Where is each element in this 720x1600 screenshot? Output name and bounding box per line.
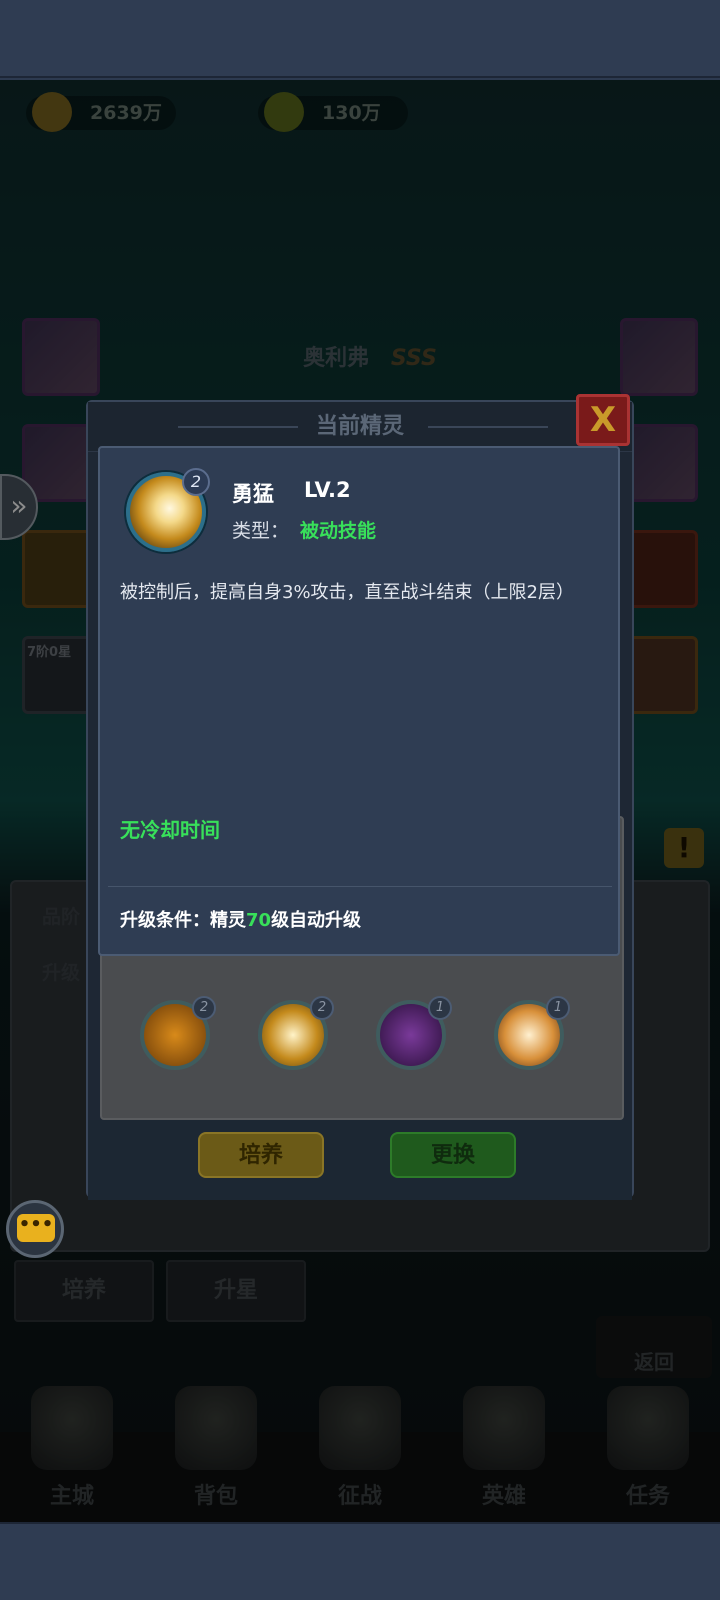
skill-cooldown: 无冷却时间 bbox=[120, 818, 220, 842]
chat-button[interactable]: ••• bbox=[6, 1200, 64, 1258]
dialog-header: 当前精灵 bbox=[88, 402, 632, 452]
skill-type-value: 被动技能 bbox=[300, 520, 377, 542]
close-icon: X bbox=[589, 400, 617, 440]
skill-type-label: 类型： bbox=[232, 520, 290, 542]
chat-bubble-icon: ••• bbox=[17, 1214, 55, 1242]
skill-level: LV.2 bbox=[304, 478, 351, 502]
status-bar-top bbox=[0, 0, 720, 78]
close-button[interactable]: X bbox=[576, 394, 630, 446]
skill-level-badge: 1 bbox=[428, 996, 452, 1020]
header-divider-right bbox=[428, 426, 548, 428]
upgrade-condition: 升级条件：精灵70级自动升级 bbox=[120, 906, 361, 932]
upgrade-prefix: 升级条件：精灵 bbox=[120, 910, 246, 931]
skill-slot-4[interactable]: 1 bbox=[494, 996, 570, 1070]
swap-label: 更换 bbox=[430, 1143, 475, 1168]
skill-icon: 2 bbox=[126, 468, 210, 552]
upgrade-level: 70 bbox=[246, 910, 272, 931]
skill-level-badge: 2 bbox=[310, 996, 334, 1020]
skill-slot-1[interactable]: 2 bbox=[140, 996, 216, 1070]
skill-slot-2[interactable]: 2 bbox=[258, 996, 334, 1070]
skill-icon-level-badge: 2 bbox=[182, 468, 210, 496]
skill-tooltip: 2 勇猛 LV.2 类型： 被动技能 被控制后，提高自身3%攻击，直至战斗结束（… bbox=[98, 446, 620, 956]
skill-name: 勇猛 bbox=[232, 482, 274, 506]
skill-level-badge: 1 bbox=[546, 996, 570, 1020]
dialog-footer bbox=[88, 1120, 632, 1200]
skill-description: 被控制后，提高自身3%攻击，直至战斗结束（上限2层） bbox=[120, 582, 575, 603]
swap-button[interactable]: 更换 bbox=[390, 1132, 516, 1178]
skill-slot-3[interactable]: 1 bbox=[376, 996, 452, 1070]
upgrade-suffix: 级自动升级 bbox=[271, 910, 362, 931]
train-label: 培养 bbox=[238, 1143, 283, 1168]
dialog-title: 当前精灵 bbox=[315, 414, 404, 439]
skill-level-badge: 2 bbox=[192, 996, 216, 1020]
train-button[interactable]: 培养 bbox=[198, 1132, 324, 1178]
navigation-bar-bottom bbox=[0, 1522, 720, 1600]
tooltip-divider bbox=[108, 886, 612, 887]
